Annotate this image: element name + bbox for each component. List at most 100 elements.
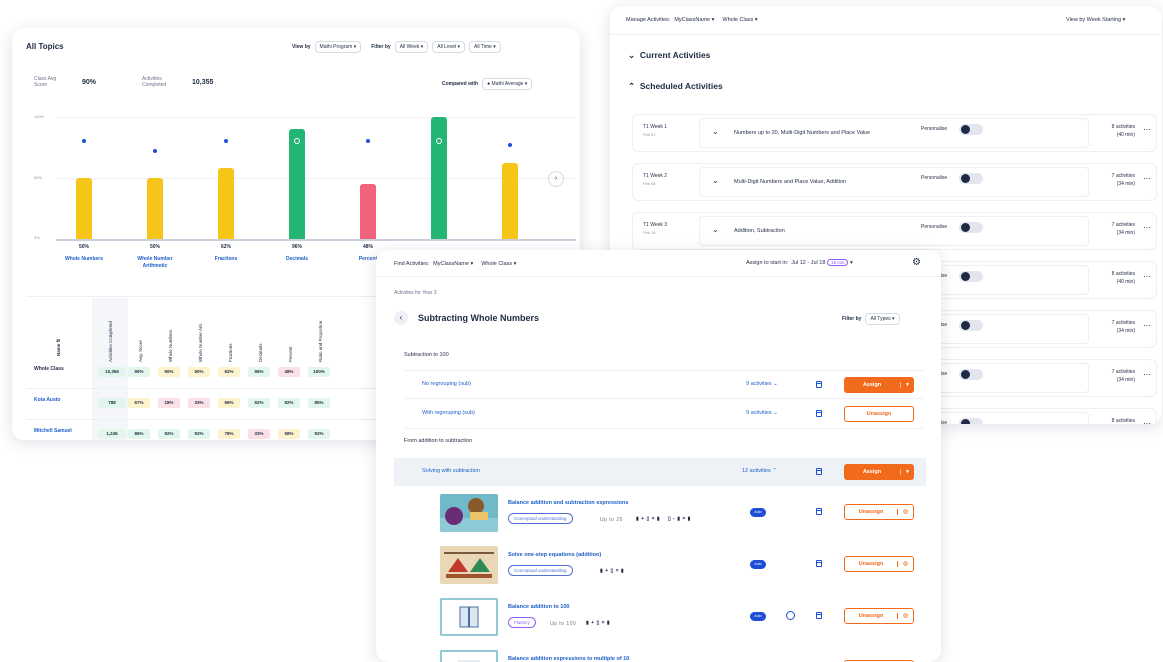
table-row-name[interactable]: Kota Austo	[34, 397, 74, 403]
equation-preview: ▮ + ▯ = ▮	[636, 516, 661, 522]
activity-count-toggle[interactable]: 12 activities ⌃	[742, 468, 777, 474]
table-column-header[interactable]: Whole Number Arit.	[198, 310, 203, 362]
activity-title-link[interactable]: Balance addition and subtraction express…	[508, 500, 628, 506]
group-link[interactable]: With regrouping (sub)	[422, 410, 475, 416]
calendar-icon[interactable]	[816, 410, 822, 417]
filter-type-select[interactable]: All Types ▾	[865, 313, 900, 325]
eye-icon[interactable]: ◎	[897, 509, 913, 515]
personalise-toggle[interactable]	[959, 271, 983, 282]
more-options-icon[interactable]: ⋯	[1143, 125, 1151, 134]
back-button[interactable]: ‹	[394, 311, 408, 325]
calendar-icon[interactable]	[816, 468, 822, 475]
filter-week-select[interactable]: All Week ▾	[394, 41, 429, 53]
baseline	[56, 239, 576, 241]
unassign-button[interactable]: Unassign ◎	[844, 556, 914, 572]
gear-icon[interactable]: ⚙	[912, 257, 921, 268]
activity-title-link[interactable]: Balance addition expressions to multiple…	[508, 656, 629, 662]
view-by-week-select[interactable]: View by Week Starting ▾	[1066, 17, 1125, 23]
activity-count-toggle[interactable]: 9 activities ⌄	[746, 410, 778, 416]
table-column-header[interactable]: Activities Completed	[108, 310, 113, 362]
current-activities-toggle[interactable]: ⌄ Current Activities	[628, 50, 710, 61]
group-link[interactable]: No regrouping (sub)	[422, 381, 471, 387]
table-cell: 100%	[308, 367, 330, 377]
activity-count-toggle[interactable]: 9 activities ⌄	[746, 381, 778, 387]
chevron-down-icon[interactable]: ▾	[900, 382, 914, 388]
assign-button[interactable]: Assign ▾	[844, 464, 914, 480]
chevron-down-icon[interactable]: ▾	[900, 469, 914, 475]
scope-select[interactable]: Whole Class ▾	[481, 261, 516, 267]
category-link[interactable]: Whole Numbers	[58, 256, 110, 263]
assign-button[interactable]: Assign ▾	[844, 377, 914, 393]
chevron-down-icon[interactable]: ⌄	[712, 225, 719, 234]
chevron-down-icon[interactable]: ⌄	[712, 176, 719, 185]
find-activities-card: Find Activities: MyClassName ▾ Whole Cla…	[376, 250, 941, 662]
personalise-toggle[interactable]	[959, 418, 983, 424]
class-name: MyClassName	[674, 17, 711, 23]
assign-label: Assign	[862, 382, 882, 388]
header-divider	[610, 34, 1162, 35]
topic-row[interactable]: ⌄ Multi-Digit Numbers and Place Value, Ad…	[699, 167, 1089, 197]
compared-label: Compared with	[442, 81, 479, 87]
class-select[interactable]: MyClassName ▾	[674, 17, 714, 23]
section-title: Subtracting Whole Numbers	[418, 313, 540, 323]
more-options-icon[interactable]: ⋯	[1143, 272, 1151, 281]
activity-title-link[interactable]: Balance addition to 100	[508, 604, 569, 610]
table-column-header[interactable]: Avg. Score	[138, 310, 143, 362]
table-column-header[interactable]: Percent	[288, 310, 293, 362]
chart-next-button[interactable]: ›	[548, 171, 564, 187]
activity-title-link[interactable]: Solve one-step equations (addition)	[508, 552, 601, 558]
scope-select[interactable]: Whole Class ▾	[722, 17, 757, 23]
personalise-toggle[interactable]	[959, 369, 983, 380]
activity-range: Up to 100	[550, 621, 577, 627]
eye-icon[interactable]: ◎	[897, 613, 913, 619]
more-options-icon[interactable]: ⋯	[1143, 370, 1151, 379]
more-options-icon[interactable]: ⋯	[1143, 321, 1151, 330]
filter-time-select[interactable]: All Time ▾	[469, 41, 501, 53]
category-link[interactable]: Whole Number Arithmetic	[129, 256, 181, 270]
personalise-label: Personalise	[921, 224, 948, 230]
activity-range: Up to 20	[600, 517, 623, 523]
table-column-header[interactable]: Whole Numbers	[168, 310, 173, 362]
calendar-icon[interactable]	[816, 381, 822, 388]
table-cell: 48%	[278, 367, 300, 377]
personalise-toggle[interactable]	[959, 173, 983, 184]
topic-row[interactable]: ⌄ Numbers up to 20, Multi-Digit Numbers a…	[699, 118, 1089, 148]
personalise-toggle[interactable]	[959, 222, 983, 233]
unassign-button[interactable]: Unassign ◎	[844, 504, 914, 520]
eye-icon[interactable]: ◎	[897, 561, 913, 567]
table-column-header[interactable]: Decimals	[258, 310, 263, 362]
settings-icon[interactable]	[786, 611, 795, 620]
more-options-icon[interactable]: ⋯	[1143, 223, 1151, 232]
more-options-icon[interactable]: ⋯	[1143, 419, 1151, 424]
compared-select[interactable]: ● Mathi Average ▾	[482, 78, 533, 90]
table-column-header[interactable]: Ratio and Proportion	[318, 310, 323, 362]
view-by-select[interactable]: Mathi Program ▾	[314, 41, 362, 53]
topic-row[interactable]: ⌄ Addition, Subtraction	[699, 216, 1089, 246]
more-options-icon[interactable]: ⋯	[1143, 174, 1151, 183]
table-cell: 92%	[308, 429, 330, 439]
category-link[interactable]: Decimals	[271, 256, 323, 263]
benchmark-marker	[224, 139, 228, 144]
unassign-button[interactable]: Unassign	[844, 406, 914, 422]
activity-thumbnail	[440, 598, 498, 636]
personalise-toggle[interactable]	[959, 320, 983, 331]
filter-level-select[interactable]: All Level ▾	[432, 41, 466, 53]
category-link[interactable]: Fractions	[200, 256, 252, 263]
week-label: T1 Week 1 Feb 01	[643, 123, 667, 139]
scheduled-activities-toggle[interactable]: ⌃ Scheduled Activities	[628, 81, 723, 92]
calendar-icon[interactable]	[816, 560, 822, 567]
name-header[interactable]: Name ⇅	[56, 339, 62, 356]
calendar-icon[interactable]	[816, 612, 822, 619]
table-column-header[interactable]: Fractions	[228, 310, 233, 362]
class-select[interactable]: MyClassName ▾	[433, 261, 473, 267]
unassign-button[interactable]: Unassign ◎	[844, 608, 914, 624]
chevron-down-icon[interactable]: ⌄	[712, 127, 719, 136]
filter-label: Filter by	[842, 316, 862, 322]
calendar-icon[interactable]	[816, 508, 822, 515]
kpi-label: Activities Completed	[142, 76, 167, 88]
week-label: T1 Week 3 Feb 15	[643, 221, 667, 237]
personalise-toggle[interactable]	[959, 124, 983, 135]
group-link[interactable]: Solving with subtraction	[422, 468, 480, 474]
table-row-name[interactable]: Mitchell Samuel	[34, 428, 74, 434]
assign-date-select[interactable]: Jul 12 - Jul 18 18 min ▾	[791, 259, 853, 266]
